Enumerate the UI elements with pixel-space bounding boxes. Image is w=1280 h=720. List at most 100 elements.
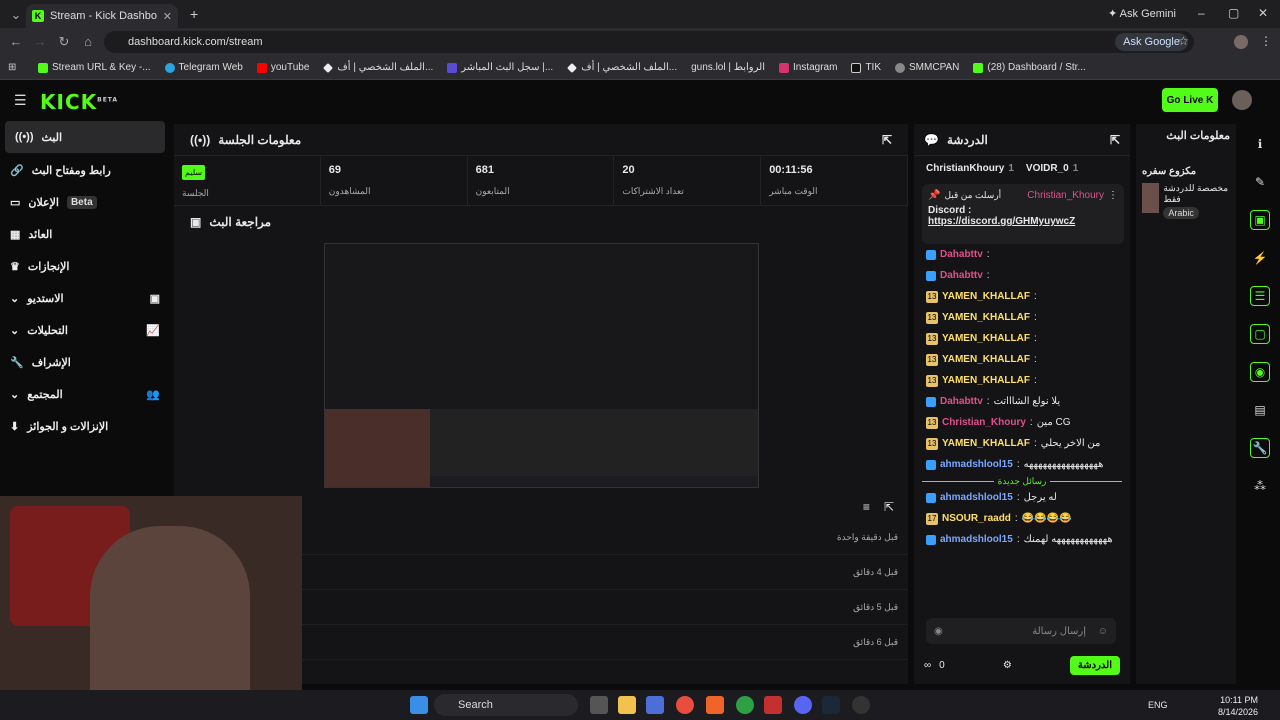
sidebar-item-ads[interactable]: ▭ الإعلان Beta: [0, 186, 170, 218]
obs-icon[interactable]: [852, 696, 870, 714]
chat-input[interactable]: إرسال رسالة ☺ ◉: [926, 618, 1116, 644]
stat-viewers: 69 المشاهدون: [321, 156, 468, 205]
top-user[interactable]: VOIDR_0: [1026, 163, 1069, 174]
right-toolbar: ℹ ✎ ▣ ⚡ ☰ ▢ ◉ ▤ 🔧 ⁂: [1240, 124, 1280, 684]
close-icon[interactable]: ✕: [163, 10, 172, 23]
profile-icon[interactable]: [1234, 35, 1248, 49]
top-user[interactable]: ChristianKhoury: [926, 163, 1004, 174]
preview-inner-screen: [325, 244, 758, 409]
wrench-icon[interactable]: 🔧: [1250, 438, 1270, 458]
discord-icon[interactable]: [794, 696, 812, 714]
go-live-button[interactable]: Go Live K: [1162, 88, 1218, 112]
back-icon[interactable]: ←: [4, 34, 28, 49]
stat-session: سليم الجلسة: [174, 156, 321, 205]
list-icon[interactable]: ☰: [1250, 286, 1270, 306]
brave-icon[interactable]: [706, 696, 724, 714]
infinity-icon[interactable]: ∞: [924, 660, 931, 671]
file-explorer-icon[interactable]: [618, 696, 636, 714]
bookmark-item[interactable]: سجل البث المباشر |...: [447, 62, 553, 73]
chrome-icon[interactable]: [676, 696, 694, 714]
popout-icon[interactable]: ⇱: [882, 133, 892, 147]
sidebar-item-drops[interactable]: ⬇ الإنزالات و الجوائز: [0, 410, 170, 442]
community-icon[interactable]: ⁂: [1250, 476, 1270, 496]
chat-send-button[interactable]: الدردشة: [1069, 655, 1120, 675]
bookmark-item[interactable]: الملف الشخصي | أف...: [323, 62, 433, 73]
stat-label: تعداد الاشتراكات: [622, 186, 684, 196]
globe-icon: [895, 62, 906, 73]
home-icon[interactable]: ⌂: [76, 34, 100, 49]
language-indicator[interactable]: ENG: [1148, 700, 1168, 710]
sidebar-item-community[interactable]: ⌄ المجتمع 👥: [0, 378, 170, 410]
bookmark-item[interactable]: SMMCPAN: [895, 62, 959, 73]
url-bar[interactable]: dashboard.kick.com/stream Ask Google: [104, 31, 1194, 53]
xbox-icon[interactable]: [736, 696, 754, 714]
browser-tab[interactable]: K Stream - Kick Dashboard ✕: [26, 4, 178, 28]
task-view-icon[interactable]: [590, 696, 608, 714]
chat-title: الدردشة: [946, 132, 988, 147]
tab-title: Stream - Kick Dashboard: [50, 10, 157, 22]
broadcast-icon[interactable]: ◉: [1250, 362, 1270, 382]
chat-icon[interactable]: ▢: [1250, 324, 1270, 344]
stat-label: الوقت مباشر: [769, 186, 818, 196]
bookmark-item[interactable]: guns.lol | الروابط: [691, 62, 765, 73]
url-text: dashboard.kick.com/stream: [128, 36, 263, 48]
hamburger-icon[interactable]: ☰: [14, 92, 27, 109]
ask-gemini-button[interactable]: ✦ Ask Gemini: [1108, 7, 1176, 20]
sidebar-item-stream[interactable]: ((•)) البث: [5, 121, 165, 153]
info-icon[interactable]: ℹ: [1250, 134, 1270, 154]
tab-list-icon[interactable]: ⌄: [4, 7, 28, 23]
pin-icon: 📌: [928, 190, 941, 201]
capture-icon[interactable]: [764, 696, 782, 714]
sidebar-item-moderation[interactable]: 🔧 الإشراف: [0, 346, 170, 378]
badge-icon: [926, 270, 936, 281]
new-tab-icon[interactable]: +: [190, 6, 198, 22]
forward-icon[interactable]: →: [28, 34, 52, 49]
bookmark-item[interactable]: Instagram: [778, 62, 837, 73]
apps-icon[interactable]: ⊞: [8, 62, 16, 73]
more-icon[interactable]: ⋮: [1108, 190, 1118, 201]
gear-icon[interactable]: ⚙: [1003, 660, 1012, 671]
shield-icon[interactable]: ◉: [934, 626, 943, 637]
edit-icon[interactable]: ✎: [1250, 172, 1270, 192]
sub-badge: 13: [926, 437, 938, 450]
star-icon[interactable]: ☆: [1178, 34, 1189, 48]
stack-icon[interactable]: ▤: [1250, 400, 1270, 420]
stream-preview[interactable]: [324, 243, 759, 488]
kick-header: ☰ KICKBETA Go Live K: [0, 80, 1280, 120]
sidebar-item-revenue[interactable]: ▦ العائد: [0, 218, 170, 250]
bookmark-item[interactable]: Telegram Web: [164, 62, 243, 73]
emoji-icon[interactable]: ☺: [1098, 626, 1108, 637]
avatar[interactable]: [1232, 90, 1252, 110]
bookmark-item[interactable]: TIK: [851, 62, 881, 73]
popout-icon[interactable]: ⇱: [884, 500, 894, 514]
reload-icon[interactable]: ↻: [52, 34, 76, 50]
pinned-message[interactable]: 📌 أرسلت من قبل Christian_Khoury ⋮ Discor…: [922, 184, 1124, 244]
bookmark-item[interactable]: Stream URL & Key -...: [38, 62, 151, 73]
close-window-icon[interactable]: ✕: [1258, 6, 1268, 20]
pinned-link[interactable]: https://discord.gg/GHMyuywcZ: [928, 216, 1118, 227]
minimize-icon[interactable]: –: [1198, 6, 1205, 20]
stat-label: المتابعون: [475, 186, 510, 196]
sidebar-item-achievements[interactable]: ♛ الإنجازات: [0, 250, 170, 282]
link-icon: 🔗: [10, 164, 24, 177]
bookmark-item[interactable]: (28) Dashboard / Str...: [973, 62, 1086, 73]
kick-logo[interactable]: KICKBETA: [40, 90, 118, 114]
maximize-icon[interactable]: ▢: [1228, 6, 1239, 20]
stat-value: 681: [475, 164, 494, 176]
taskbar-search[interactable]: Search: [434, 694, 578, 716]
sidebar-item-stream-key[interactable]: 🔗 رابط ومفتاح البث: [0, 154, 170, 186]
bookmark-item[interactable]: youTube: [256, 62, 309, 73]
sidebar-item-studio[interactable]: ⌄ الاستديو ▣: [0, 282, 170, 314]
video-icon[interactable]: ▣: [1250, 210, 1270, 230]
store-icon[interactable]: [646, 696, 664, 714]
filter-icon[interactable]: ≡: [863, 500, 870, 514]
bookmark-item[interactable]: الملف الشخصي | أف...: [567, 62, 677, 73]
popout-icon[interactable]: ⇱: [1110, 133, 1120, 147]
menu-icon[interactable]: ⋮: [1260, 34, 1272, 48]
taskbar-clock[interactable]: 10:11 PM 8/14/2026: [1218, 694, 1258, 718]
sidebar-item-analytics[interactable]: ⌄ التحليلات 📈: [0, 314, 170, 346]
windows-start-icon[interactable]: [410, 696, 428, 714]
wrench-icon: 🔧: [10, 356, 24, 369]
steam-icon[interactable]: [822, 696, 840, 714]
bolt-icon[interactable]: ⚡: [1250, 248, 1270, 268]
